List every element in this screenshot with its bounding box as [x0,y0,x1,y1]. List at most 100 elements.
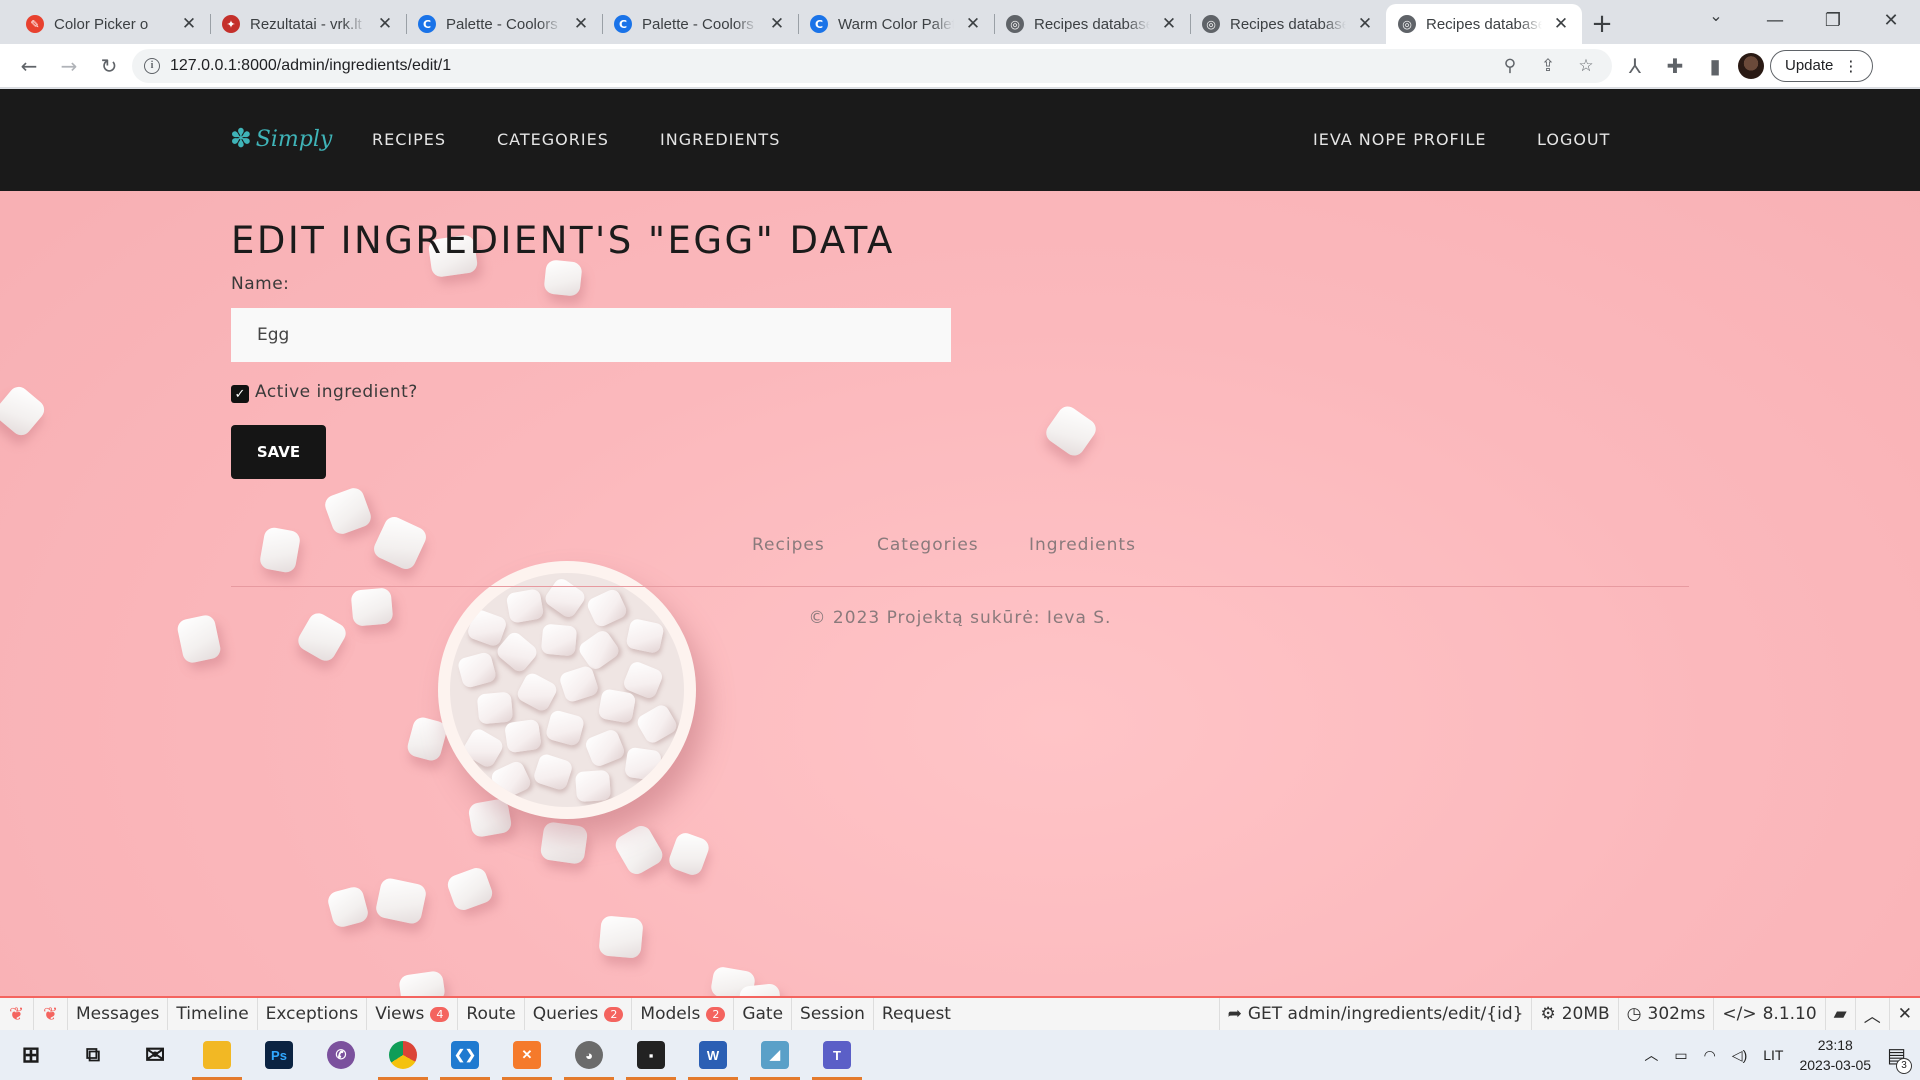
clock[interactable]: 23:18 2023-03-05 [1799,1035,1871,1075]
nav-link-profile[interactable]: IEVA NOPE PROFILE [1313,130,1487,149]
close-window-icon[interactable]: ✕ [1862,0,1920,40]
debugbar-tab-messages[interactable]: Messages [68,998,169,1030]
update-button[interactable]: Update ⋮ [1770,49,1874,82]
debugbar-tab-session[interactable]: Session [792,998,874,1030]
debugbar-tab-views[interactable]: Views 4 [367,998,459,1030]
footer-link-recipes[interactable]: Recipes [752,535,825,555]
teams-icon: T [823,1041,851,1069]
bookmark-star-icon[interactable]: ☆ [1572,56,1600,76]
clock-date: 2023-03-05 [1799,1057,1872,1073]
browser-tab[interactable]: ◎ Recipes database ✕ [1190,4,1386,44]
nav-link-ingredients[interactable]: INGREDIENTS [660,130,780,149]
debugbar-stats: ➦ GET admin/ingredients/edit/{id} ⚙ 20MB ◷… [1218,998,1920,1030]
notifications-icon[interactable]: ▤ 3 [1887,1043,1912,1074]
browser-tab[interactable]: ✦ Rezultatai - vrk.lt ✕ [210,4,406,44]
kebab-menu-icon[interactable]: ⋮ [1843,57,1858,75]
extensions-puzzle-icon[interactable]: ✚ [1658,49,1692,83]
taskbar-app-teams[interactable]: T [806,1030,868,1080]
footer-link-ingredients[interactable]: Ingredients [1029,535,1136,555]
taskbar-app-viber[interactable]: ✆ [310,1030,372,1080]
language-indicator[interactable]: LIT [1763,1047,1783,1063]
site-info-icon[interactable]: i [144,57,160,74]
browser-tab[interactable]: C Palette - Coolors ✕ [406,4,602,44]
browser-tab[interactable]: ✎ Color Picker o ✕ [14,4,210,44]
tab-close-icon[interactable]: ✕ [1356,14,1374,34]
marshmallow-decoration [597,688,637,724]
request-duration[interactable]: ◷ 302ms [1617,998,1714,1030]
laravel-logo-icon[interactable]: ❦ [0,998,34,1030]
taskbar-app-photoshop[interactable]: Ps [248,1030,310,1080]
brand-logo[interactable]: ✽ Simply [230,124,332,154]
tab-close-icon[interactable]: ✕ [1552,14,1570,34]
taskbar-app-word[interactable]: W [682,1030,744,1080]
volume-icon[interactable]: ◁) [1732,1047,1747,1064]
laravel-logo-icon[interactable]: ❦ [34,998,68,1030]
marshmallow-decoration [666,830,712,878]
taskbar-app-xampp[interactable]: ✕ [496,1030,558,1080]
new-tab-plus-icon[interactable]: + [1582,4,1622,44]
chevron-up-icon[interactable]: ︿ [1854,998,1889,1030]
browser-tab[interactable]: C Palette - Coolors ✕ [602,4,798,44]
address-bar[interactable]: i 127.0.0.1:8000/admin/ingredients/edit/… [132,48,1612,83]
forward-arrow-icon[interactable]: → [52,49,86,83]
tab-search-chevron-icon[interactable]: ⌄ [1702,6,1730,25]
debugbar-tab-route[interactable]: Route [458,998,525,1030]
vscode-icon: ❮❯ [451,1041,479,1069]
close-icon[interactable]: ✕ [1888,998,1920,1030]
word-icon: W [699,1041,727,1069]
taskbar-app-file-explorer[interactable] [186,1030,248,1080]
reload-icon[interactable]: ↻ [92,49,126,83]
debugbar-tab-gate[interactable]: Gate [734,998,793,1030]
debugbar-tab-timeline[interactable]: Timeline [168,998,258,1030]
tab-title: Recipes database [1426,15,1542,33]
memory-usage[interactable]: ⚙ 20MB [1531,998,1617,1030]
chevron-up-icon[interactable]: ︿ [1644,1045,1658,1065]
url-text[interactable]: 127.0.0.1:8000/admin/ingredients/edit/1 [170,57,1486,75]
nav-link-recipes[interactable]: RECIPES [372,130,446,149]
footer-link-categories[interactable]: Categories [877,535,979,555]
task-view-button[interactable]: ⧉ [62,1030,124,1080]
tab-close-icon[interactable]: ✕ [180,14,198,34]
vrk-favicon-icon: ✦ [222,15,240,33]
tab-close-icon[interactable]: ✕ [572,14,590,34]
save-button[interactable]: SAVE [231,425,326,479]
start-button[interactable]: ⊞ [0,1030,62,1080]
debugbar-tab-request[interactable]: Request [874,998,959,1030]
taskbar-app-vscode[interactable]: ❮❯ [434,1030,496,1080]
taskbar-app-notes[interactable]: ◢ [744,1030,806,1080]
restore-icon[interactable]: ❐ [1804,0,1862,40]
battery-icon[interactable]: ▭ [1674,1047,1687,1064]
active-checkbox[interactable]: ✓ [231,385,249,403]
nav-link-logout[interactable]: LOGOUT [1537,130,1610,149]
globe-favicon-icon: ◎ [1006,15,1024,33]
name-input[interactable] [231,308,951,362]
taskbar-app-terminal[interactable]: ▪ [620,1030,682,1080]
debugbar-tab-exceptions[interactable]: Exceptions [258,998,368,1030]
active-checkbox-label[interactable]: Active ingredient? [255,382,418,402]
route-info[interactable]: ➦ GET admin/ingredients/edit/{id} [1218,998,1532,1030]
chrome-icon [389,1041,417,1069]
tab-close-icon[interactable]: ✕ [964,14,982,34]
tab-close-icon[interactable]: ✕ [1160,14,1178,34]
minimize-icon[interactable]: — [1746,0,1804,40]
side-panel-icon[interactable]: ▮ [1698,49,1732,83]
share-icon[interactable]: ⇪ [1534,56,1562,76]
browser-tab[interactable]: C Warm Color Palet ✕ [798,4,994,44]
color-picker-favicon-icon: ✎ [26,15,44,33]
browser-tab-active[interactable]: ◎ Recipes database ✕ [1386,4,1582,44]
back-arrow-icon[interactable]: ← [12,49,46,83]
wifi-icon[interactable]: ◠ [1704,1047,1716,1064]
debugbar-tab-models[interactable]: Models 2 [632,998,735,1030]
tab-close-icon[interactable]: ✕ [376,14,394,34]
extension-icon[interactable]: ⅄ [1618,49,1652,83]
zoom-icon[interactable]: ⚲ [1496,56,1524,76]
taskbar-app-gimp[interactable]: ◕ [558,1030,620,1080]
debugbar-tab-queries[interactable]: Queries 2 [525,998,633,1030]
taskbar-app-mail[interactable]: ✉ [124,1030,186,1080]
taskbar-app-chrome[interactable] [372,1030,434,1080]
open-folder-icon[interactable]: ▰ [1824,998,1855,1030]
profile-avatar[interactable] [1738,52,1764,79]
nav-link-categories[interactable]: CATEGORIES [497,130,609,149]
browser-tab[interactable]: ◎ Recipes database ✕ [994,4,1190,44]
tab-close-icon[interactable]: ✕ [768,14,786,34]
